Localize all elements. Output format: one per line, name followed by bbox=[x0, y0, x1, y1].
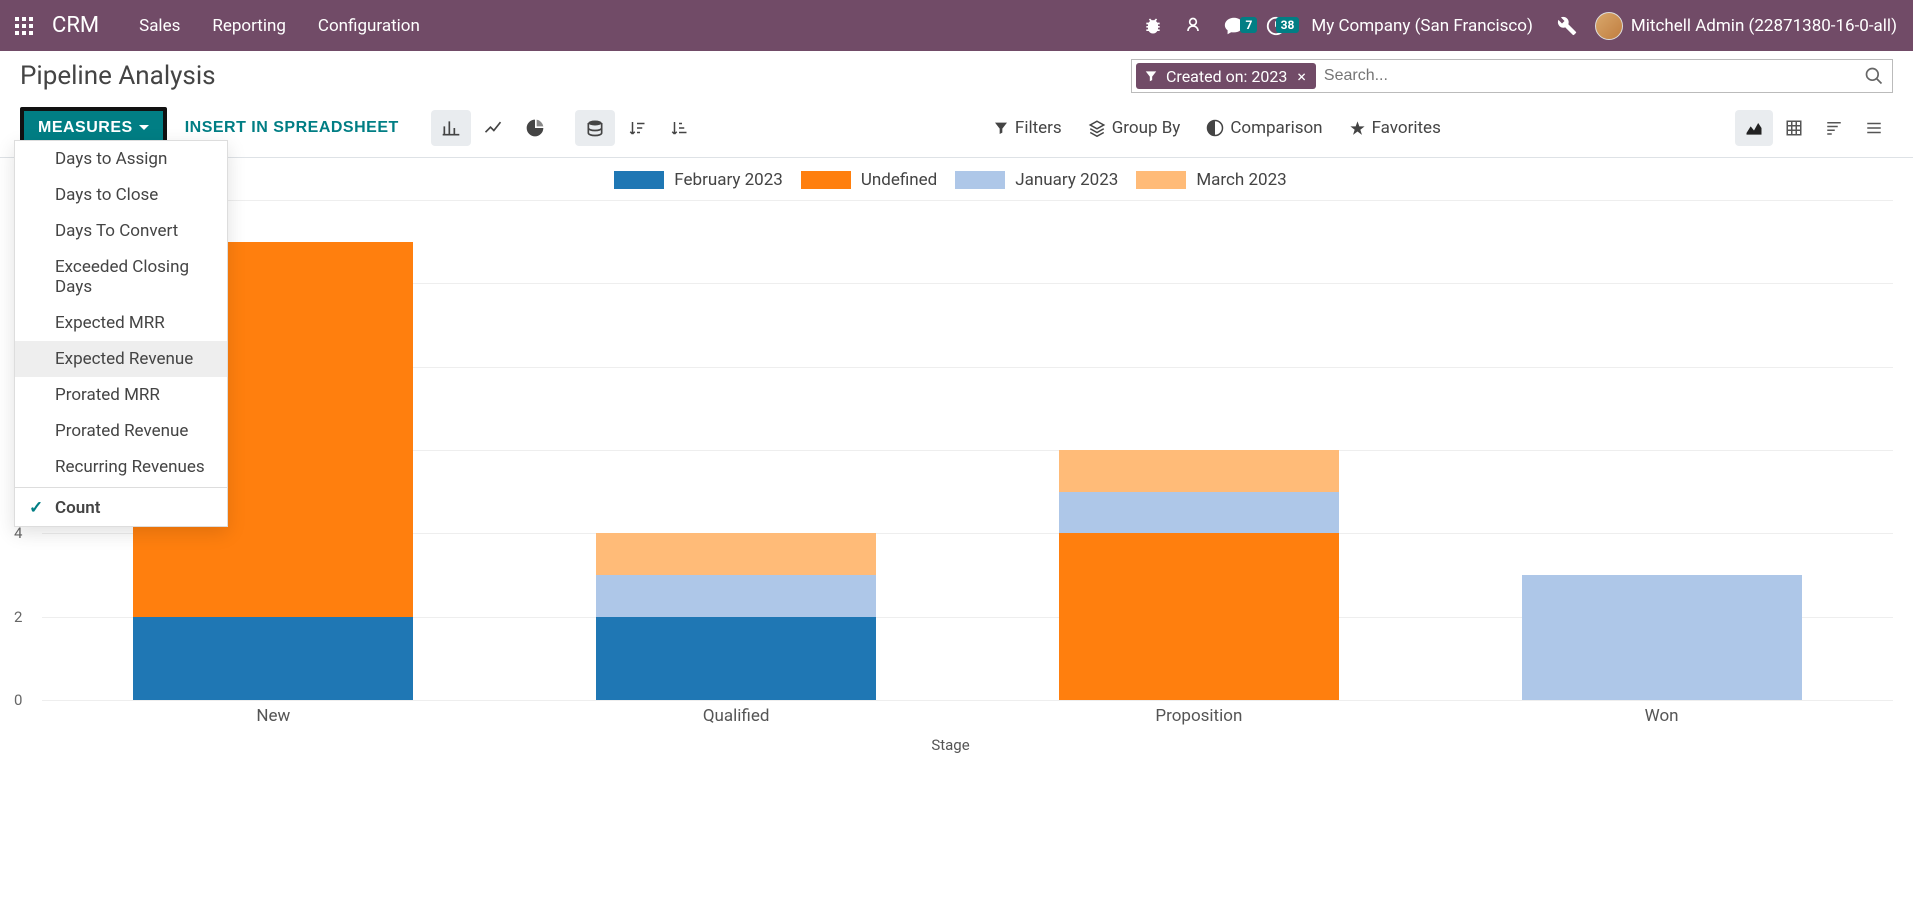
filter-chip[interactable]: Created on: 2023 × bbox=[1136, 63, 1316, 89]
measure-option[interactable]: Exceeded Closing Days bbox=[15, 249, 227, 305]
stacked-button[interactable] bbox=[575, 110, 615, 146]
graph-view-button[interactable] bbox=[1735, 110, 1773, 146]
company-name[interactable]: My Company (San Francisco) bbox=[1297, 16, 1547, 36]
user-name: Mitchell Admin (22871380-16-0-all) bbox=[1631, 16, 1897, 36]
filter-chip-label: Created on: 2023 bbox=[1166, 67, 1287, 86]
app-title[interactable]: CRM bbox=[52, 13, 99, 38]
x-tick: New bbox=[42, 706, 505, 726]
legend-item[interactable]: January 2023 bbox=[955, 170, 1118, 190]
measure-option[interactable]: Prorated MRR bbox=[15, 377, 227, 413]
chevron-down-icon bbox=[139, 123, 149, 133]
measures-dropdown: Days to Assign Days to Close Days To Con… bbox=[14, 140, 228, 527]
bar-group: Qualified bbox=[505, 200, 968, 700]
measure-option[interactable]: Prorated Revenue bbox=[15, 413, 227, 449]
favorites-label: Favorites bbox=[1372, 118, 1441, 138]
filter-icon bbox=[1144, 69, 1158, 83]
x-axis-label: Stage bbox=[8, 736, 1893, 754]
y-tick: 2 bbox=[14, 608, 22, 626]
sort-asc-button[interactable] bbox=[659, 110, 699, 146]
line-chart-button[interactable] bbox=[473, 110, 513, 146]
legend-label: March 2023 bbox=[1196, 170, 1286, 190]
avatar bbox=[1595, 12, 1623, 40]
sort-desc-button[interactable] bbox=[617, 110, 657, 146]
close-icon[interactable]: × bbox=[1295, 67, 1308, 86]
chart-area: February 2023 Undefined January 2023 Mar… bbox=[0, 158, 1913, 758]
x-tick: Won bbox=[1430, 706, 1893, 726]
legend-label: February 2023 bbox=[674, 170, 783, 190]
measure-count[interactable]: Count bbox=[15, 490, 227, 526]
bar-segment[interactable] bbox=[1059, 492, 1339, 534]
bar-group: Won bbox=[1430, 200, 1893, 700]
apps-icon[interactable] bbox=[8, 10, 40, 42]
measure-option[interactable]: Days to Assign bbox=[15, 141, 227, 177]
list-view-button[interactable] bbox=[1855, 110, 1893, 146]
bar-stack[interactable] bbox=[1522, 575, 1802, 700]
swatch bbox=[801, 171, 851, 189]
cohort-view-button[interactable] bbox=[1815, 110, 1853, 146]
filters-label: Filters bbox=[1015, 118, 1062, 138]
chart-plot: 0 2 4 6 8 10 12 New Qualifie bbox=[42, 200, 1893, 700]
bar-segment[interactable] bbox=[1522, 575, 1802, 700]
bug-icon[interactable] bbox=[1133, 16, 1173, 36]
bar-stack[interactable] bbox=[596, 533, 876, 700]
bar-segment[interactable] bbox=[1059, 450, 1339, 492]
layers-icon bbox=[1088, 119, 1106, 137]
measures-label: MEASURES bbox=[38, 119, 133, 137]
legend-item[interactable]: February 2023 bbox=[614, 170, 783, 190]
swatch bbox=[955, 171, 1005, 189]
pivot-view-button[interactable] bbox=[1775, 110, 1813, 146]
bar-segment[interactable] bbox=[1059, 533, 1339, 700]
nav-configuration[interactable]: Configuration bbox=[302, 16, 436, 36]
measure-option[interactable]: Recurring Revenues bbox=[15, 449, 227, 485]
measure-option[interactable]: Expected MRR bbox=[15, 305, 227, 341]
y-tick: 0 bbox=[14, 691, 22, 709]
measure-option[interactable]: Expected Revenue bbox=[15, 341, 227, 377]
comparison-label: Comparison bbox=[1230, 118, 1322, 138]
search-input[interactable] bbox=[1316, 67, 1860, 85]
pie-chart-button[interactable] bbox=[515, 110, 555, 146]
swatch bbox=[1136, 171, 1186, 189]
bar-segment[interactable] bbox=[596, 575, 876, 617]
filters-button[interactable]: Filters bbox=[993, 118, 1062, 138]
legend-label: January 2023 bbox=[1015, 170, 1118, 190]
user-menu[interactable]: Mitchell Admin (22871380-16-0-all) bbox=[1587, 12, 1905, 40]
half-circle-icon bbox=[1206, 119, 1224, 137]
measure-option[interactable]: Days to Close bbox=[15, 177, 227, 213]
groupby-button[interactable]: Group By bbox=[1088, 118, 1181, 138]
measure-option[interactable]: Days To Convert bbox=[15, 213, 227, 249]
legend-item[interactable]: March 2023 bbox=[1136, 170, 1286, 190]
bar-group: Proposition bbox=[968, 200, 1431, 700]
clock-badge: 38 bbox=[1276, 17, 1300, 33]
nav-reporting[interactable]: Reporting bbox=[196, 16, 302, 36]
messages-icon[interactable]: 7 bbox=[1213, 15, 1255, 37]
tools-icon[interactable] bbox=[1547, 16, 1587, 36]
x-tick: Proposition bbox=[968, 706, 1431, 726]
control-panel: Pipeline Analysis Created on: 2023 × MEA… bbox=[0, 51, 1913, 157]
top-nav: CRM Sales Reporting Configuration 7 38 M… bbox=[0, 0, 1913, 51]
bar-segment[interactable] bbox=[596, 533, 876, 575]
favorites-button[interactable]: Favorites bbox=[1349, 118, 1441, 138]
page-title: Pipeline Analysis bbox=[20, 61, 216, 91]
clock-icon[interactable]: 38 bbox=[1255, 15, 1297, 37]
comparison-button[interactable]: Comparison bbox=[1206, 118, 1322, 138]
chart-legend: February 2023 Undefined January 2023 Mar… bbox=[8, 166, 1893, 200]
bar-segment[interactable] bbox=[596, 617, 876, 700]
bar-chart-button[interactable] bbox=[431, 110, 471, 146]
swatch bbox=[614, 171, 664, 189]
bar-segment[interactable] bbox=[133, 617, 413, 700]
legend-label: Undefined bbox=[861, 170, 937, 190]
nav-sales[interactable]: Sales bbox=[123, 16, 196, 36]
legend-item[interactable]: Undefined bbox=[801, 170, 937, 190]
star-icon bbox=[1349, 120, 1366, 137]
x-tick: Qualified bbox=[505, 706, 968, 726]
search-icon[interactable] bbox=[1860, 66, 1888, 86]
support-icon[interactable] bbox=[1173, 16, 1213, 36]
filter-icon bbox=[993, 120, 1009, 136]
bar-stack[interactable] bbox=[1059, 450, 1339, 700]
search-box[interactable]: Created on: 2023 × bbox=[1131, 59, 1893, 93]
groupby-label: Group By bbox=[1112, 118, 1181, 138]
